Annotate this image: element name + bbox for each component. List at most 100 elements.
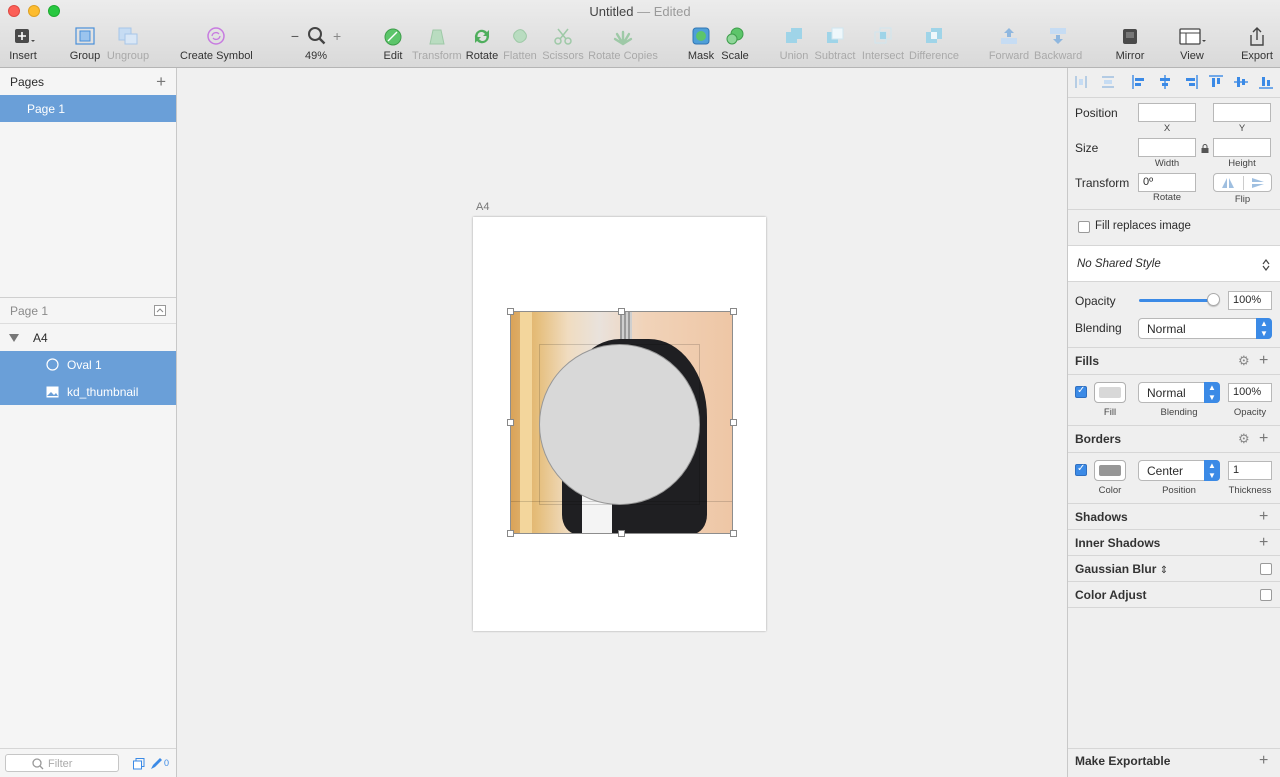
edit-label: Edit bbox=[383, 50, 403, 62]
layer-item-kd-thumbnail[interactable]: kd_thumbnail bbox=[0, 378, 176, 405]
fill-opacity-field[interactable]: 100% bbox=[1228, 383, 1272, 402]
blending-select[interactable]: Normal ▲ ▼ bbox=[1138, 318, 1272, 339]
resize-handle-bottom-left[interactable] bbox=[507, 530, 514, 537]
mirror-button[interactable]: Mirror bbox=[1112, 24, 1148, 62]
collapse-layers-icon[interactable] bbox=[154, 305, 166, 316]
fill-enabled-checkbox[interactable] bbox=[1075, 385, 1087, 398]
flip-control[interactable] bbox=[1213, 173, 1272, 192]
canvas[interactable]: A4 bbox=[177, 68, 1067, 777]
export-button[interactable]: Export bbox=[1238, 24, 1276, 62]
mask-button[interactable]: Mask bbox=[686, 24, 716, 62]
fill-color-swatch[interactable] bbox=[1094, 382, 1126, 403]
height-field[interactable] bbox=[1213, 138, 1271, 157]
resize-handle-top-left[interactable] bbox=[507, 308, 514, 315]
width-field[interactable] bbox=[1138, 138, 1196, 157]
zoom-control[interactable]: − + 49% bbox=[284, 24, 348, 62]
add-border-icon[interactable]: + bbox=[1259, 431, 1268, 447]
fill-blending-select[interactable]: Normal ▲ ▼ bbox=[1138, 382, 1220, 403]
align-vertical-center-icon[interactable] bbox=[1234, 75, 1248, 89]
zoom-in-icon[interactable]: + bbox=[333, 28, 341, 44]
flip-vertical-icon[interactable] bbox=[1251, 177, 1265, 189]
layer-artboard-a4[interactable]: A4 bbox=[0, 324, 176, 351]
align-bottom-icon[interactable] bbox=[1259, 75, 1273, 89]
flip-horizontal-icon[interactable] bbox=[1221, 177, 1235, 189]
page-item-page-1[interactable]: Page 1 bbox=[0, 95, 176, 122]
opacity-slider[interactable] bbox=[1139, 299, 1217, 302]
zoom-out-icon[interactable]: − bbox=[291, 28, 299, 44]
group-button[interactable]: Group bbox=[68, 24, 102, 62]
blending-value: Normal bbox=[1147, 322, 1186, 336]
fill-replaces-image-checkbox[interactable] bbox=[1078, 221, 1090, 233]
document-status: — Edited bbox=[637, 4, 691, 19]
opacity-slider-thumb[interactable] bbox=[1207, 293, 1220, 306]
transform-icon bbox=[429, 29, 445, 45]
fills-settings-gear-icon[interactable]: ⚙ bbox=[1238, 353, 1250, 369]
opacity-field[interactable]: 100% bbox=[1228, 291, 1272, 310]
resize-handle-top-right[interactable] bbox=[730, 308, 737, 315]
distribute-vertical-icon[interactable] bbox=[1101, 76, 1115, 88]
align-top-icon[interactable] bbox=[1209, 75, 1223, 89]
filter-input[interactable]: Filter bbox=[5, 754, 119, 772]
color-adjust-checkbox[interactable] bbox=[1260, 589, 1272, 601]
filter-bar: Filter 0 bbox=[0, 748, 176, 777]
backward-button[interactable]: Backward bbox=[1034, 24, 1082, 62]
resize-handle-bottom[interactable] bbox=[618, 530, 625, 537]
create-symbol-button[interactable]: Create Symbol bbox=[180, 24, 253, 62]
add-fill-icon[interactable]: + bbox=[1259, 353, 1268, 369]
add-shadow-icon[interactable]: + bbox=[1259, 509, 1268, 525]
difference-button[interactable]: Difference bbox=[908, 24, 960, 62]
border-color bbox=[1099, 465, 1121, 476]
intersect-button[interactable]: Intersect bbox=[860, 24, 906, 62]
insert-button[interactable]: Insert bbox=[6, 24, 40, 62]
window-title: Untitled — Edited bbox=[0, 4, 1280, 19]
artboard-label[interactable]: A4 bbox=[476, 201, 489, 213]
transform-button[interactable]: Transform bbox=[412, 24, 462, 62]
resize-handle-bottom-right[interactable] bbox=[730, 530, 737, 537]
disclosure-triangle-icon[interactable] bbox=[9, 333, 19, 342]
border-position-select[interactable]: Center ▲ ▼ bbox=[1138, 460, 1220, 481]
position-x-field[interactable] bbox=[1138, 103, 1196, 122]
lock-icon[interactable] bbox=[1201, 144, 1209, 153]
edit-filter-icon[interactable] bbox=[150, 758, 162, 770]
align-right-icon[interactable] bbox=[1184, 75, 1198, 89]
position-y-field[interactable] bbox=[1213, 103, 1271, 122]
distribute-horizontal-icon[interactable] bbox=[1075, 75, 1087, 89]
scissors-button[interactable]: Scissors bbox=[542, 24, 584, 62]
rotate-field[interactable]: 0º bbox=[1138, 173, 1196, 192]
add-export-icon[interactable]: + bbox=[1259, 753, 1268, 769]
subtract-button[interactable]: Subtract bbox=[814, 24, 856, 62]
border-enabled-checkbox[interactable] bbox=[1075, 463, 1087, 476]
scale-button[interactable]: Scale bbox=[720, 24, 750, 62]
resize-handle-left[interactable] bbox=[507, 419, 514, 426]
rotate-copies-label: Rotate Copies bbox=[588, 50, 658, 62]
flatten-icon bbox=[513, 29, 527, 43]
ungroup-button[interactable]: Ungroup bbox=[106, 24, 150, 62]
border-color-swatch[interactable] bbox=[1094, 460, 1126, 481]
align-left-icon[interactable] bbox=[1132, 75, 1146, 89]
rotate-copies-icon bbox=[613, 30, 633, 46]
gaussian-blur-select[interactable]: Gaussian Blur ⇕ bbox=[1075, 562, 1168, 576]
add-inner-shadow-icon[interactable]: + bbox=[1259, 535, 1268, 551]
rotate-button[interactable]: Rotate bbox=[464, 24, 500, 62]
oval-1-shape[interactable] bbox=[539, 344, 700, 505]
view-button[interactable]: View bbox=[1172, 24, 1212, 62]
flatten-button[interactable]: Flatten bbox=[502, 24, 538, 62]
add-page-icon[interactable]: + bbox=[156, 72, 166, 92]
symbols-filter-icon[interactable] bbox=[133, 758, 145, 770]
union-button[interactable]: Union bbox=[778, 24, 810, 62]
fills-title: Fills bbox=[1075, 354, 1100, 368]
resize-handle-top[interactable] bbox=[618, 308, 625, 315]
rotate-copies-button[interactable]: Rotate Copies bbox=[588, 24, 658, 62]
zoom-level: 49% bbox=[304, 50, 328, 62]
gaussian-blur-checkbox[interactable] bbox=[1260, 563, 1272, 575]
filter-placeholder: Filter bbox=[48, 758, 73, 770]
forward-button[interactable]: Forward bbox=[988, 24, 1030, 62]
align-horizontal-center-icon[interactable] bbox=[1158, 75, 1172, 89]
resize-handle-right[interactable] bbox=[730, 419, 737, 426]
layer-item-oval-1[interactable]: Oval 1 bbox=[0, 351, 176, 378]
border-thickness-field[interactable]: 1 bbox=[1228, 461, 1272, 480]
shared-style-select[interactable]: No Shared Style bbox=[1068, 245, 1280, 282]
edit-button[interactable]: Edit bbox=[380, 24, 406, 62]
borders-settings-gear-icon[interactable]: ⚙ bbox=[1238, 431, 1250, 447]
width-caption: Width bbox=[1154, 158, 1180, 169]
